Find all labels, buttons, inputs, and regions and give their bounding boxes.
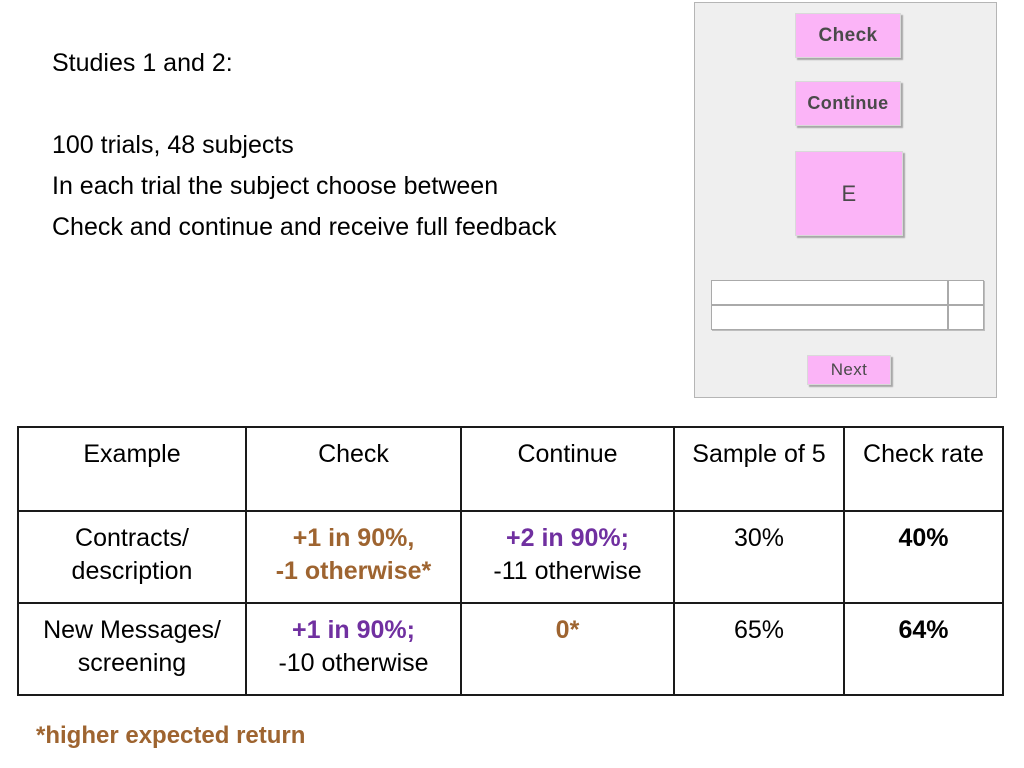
feedback-row-2-text — [711, 305, 948, 330]
cell-example-line-2: screening — [77, 649, 187, 677]
intro-line-task-1: In each trial the subject choose between — [52, 172, 499, 200]
cell-continue: +2 in 90%; -11 otherwise — [460, 510, 675, 604]
cell-check-line-1: +1 in 90%; — [292, 616, 415, 644]
header-example: Example — [17, 426, 247, 512]
cell-check-rate: 40% — [843, 510, 1004, 604]
cell-sample-of-5: 30% — [673, 510, 845, 604]
cell-check: +1 in 90%, -1 otherwise* — [245, 510, 462, 604]
check-button[interactable]: Check — [795, 13, 901, 58]
feedback-row-1-score — [948, 280, 984, 305]
header-check: Check — [245, 426, 462, 512]
header-continue: Continue — [460, 426, 675, 512]
cell-check-rate: 64% — [843, 602, 1004, 696]
cell-check-line-2: -1 otherwise* — [275, 557, 432, 585]
cell-continue-line-1: 0* — [555, 616, 580, 644]
intro-line-title: Studies 1 and 2: — [52, 49, 233, 77]
cell-continue: 0* — [460, 602, 675, 696]
feedback-row-1 — [711, 280, 984, 305]
feedback-row-2 — [711, 305, 984, 330]
experiment-screenshot-panel: Check Continue E Next — [694, 2, 997, 398]
cell-check-line-2: -10 otherwise — [278, 649, 429, 677]
intro-line-task-2: Check and continue and receive full feed… — [52, 213, 557, 241]
stimulus-box-e[interactable]: E — [795, 151, 903, 236]
table-row: New Messages/ screening +1 in 90%; -10 o… — [17, 602, 1004, 696]
cell-check-line-1: +1 in 90%, — [292, 524, 415, 552]
cell-continue-line-2: -11 otherwise — [493, 557, 642, 585]
feedback-table — [711, 280, 984, 330]
header-check-rate: Check rate — [843, 426, 1004, 512]
footnote-higher-expected-return: *higher expected return — [36, 722, 306, 749]
cell-example-line-1: New Messages/ — [43, 616, 221, 644]
cell-example-line-2: description — [71, 557, 193, 585]
table-row: Contracts/ description +1 in 90%, -1 oth… — [17, 510, 1004, 604]
header-sample-of-5: Sample of 5 — [673, 426, 845, 512]
cell-example: New Messages/ screening — [17, 602, 247, 696]
table-header-row: Example Check Continue Sample of 5 Check… — [17, 426, 1004, 512]
results-table: Example Check Continue Sample of 5 Check… — [17, 426, 1004, 696]
next-button[interactable]: Next — [807, 355, 891, 385]
intro-spacer — [52, 84, 652, 125]
cell-check: +1 in 90%; -10 otherwise — [245, 602, 462, 696]
feedback-row-1-text — [711, 280, 948, 305]
cell-example: Contracts/ description — [17, 510, 247, 604]
intro-line-trials: 100 trials, 48 subjects — [52, 131, 294, 159]
cell-example-line-1: Contracts/ — [75, 524, 189, 552]
intro-text-block: Studies 1 and 2: 100 trials, 48 subjects… — [52, 43, 652, 248]
feedback-row-2-score — [948, 305, 984, 330]
continue-button[interactable]: Continue — [795, 81, 901, 126]
cell-continue-line-1: +2 in 90%; — [506, 524, 629, 552]
cell-sample-of-5: 65% — [673, 602, 845, 696]
